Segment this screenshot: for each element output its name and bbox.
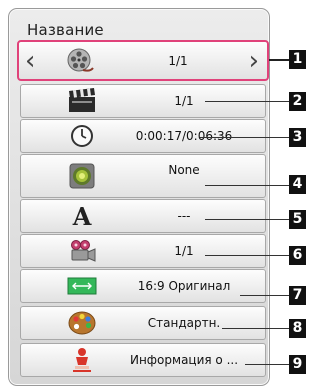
- prev-arrow-icon[interactable]: ‹: [25, 48, 35, 74]
- title-value: 1/1: [168, 53, 188, 68]
- callout-leader: [205, 255, 290, 256]
- row-subtitle[interactable]: A ---: [20, 199, 266, 233]
- callout-leader: [205, 101, 290, 102]
- row-angle[interactable]: 1/1: [20, 234, 266, 268]
- row-title[interactable]: ‹ 1/1 ›: [17, 40, 269, 81]
- time-value: 0:00:17/0:06:36: [135, 129, 233, 143]
- row-time[interactable]: 0:00:17/0:06:36: [20, 119, 266, 153]
- camera-angle-icon: [67, 237, 97, 265]
- callout-number: 6: [289, 246, 306, 265]
- callout-leader: [205, 185, 290, 186]
- callout-number: 5: [289, 210, 306, 229]
- next-arrow-icon[interactable]: ›: [249, 48, 259, 74]
- callout-leader: [245, 364, 290, 365]
- callout-number: 3: [289, 128, 306, 147]
- audio-value: None: [168, 163, 200, 177]
- callout-number: 8: [289, 319, 306, 338]
- callout-leader: [205, 219, 290, 220]
- palette-icon: [67, 309, 97, 337]
- subtitle-value: ---: [177, 209, 191, 223]
- clock-icon: [67, 122, 97, 150]
- clapperboard-icon: [67, 87, 97, 115]
- aspect-ratio-value: 16:9 Оригинал: [137, 279, 231, 293]
- callout-number: 4: [289, 175, 306, 194]
- callout-number: 7: [289, 286, 306, 305]
- row-aspect-ratio[interactable]: 16:9 Оригинал: [20, 269, 266, 303]
- callout-number: 2: [289, 92, 306, 111]
- callout-leader: [240, 295, 290, 296]
- row-picture-mode[interactable]: Стандартн.: [20, 306, 266, 340]
- callout-leader: [269, 59, 290, 61]
- callout-number: 1: [289, 50, 306, 69]
- row-audio[interactable]: None: [20, 154, 266, 198]
- film-reel-icon: [65, 47, 95, 75]
- aspect-ratio-icon: [67, 272, 97, 300]
- callout-leader: [222, 328, 290, 329]
- row-info[interactable]: Информация о ...: [20, 343, 266, 377]
- subtitle-a-icon: A: [72, 201, 92, 231]
- speaker-icon: [67, 162, 97, 190]
- callout-leader: [200, 137, 290, 138]
- info-value: Информация о ...: [129, 353, 239, 367]
- info-icon: [67, 346, 97, 374]
- panel-title: Название: [27, 21, 104, 39]
- callout-number: 9: [289, 355, 306, 374]
